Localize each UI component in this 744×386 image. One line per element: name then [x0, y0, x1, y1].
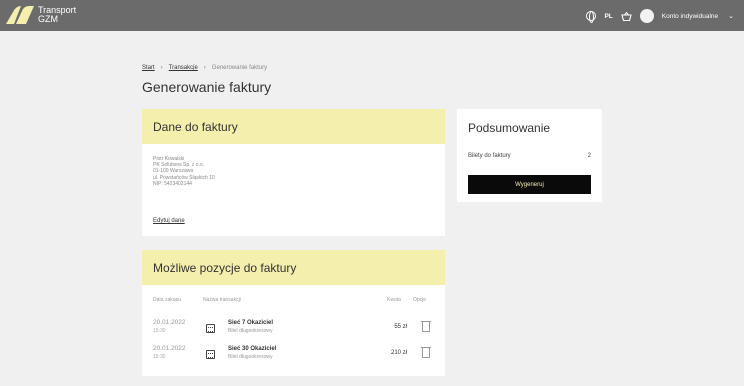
table-row: 20.01.2022 15:30 Sieć 7 Okaziciel Bilet …	[142, 319, 445, 341]
breadcrumb-current: Generowanie faktury	[211, 65, 268, 71]
positions-title: Możliwe pozycje do faktury	[142, 250, 445, 285]
invoice-data-card: Dane do faktury Piotr Kowalski PK Soluti…	[142, 109, 445, 236]
purchase-time: 15:30	[153, 354, 166, 360]
column-header-date: Data zakupu	[153, 297, 182, 303]
transaction-amount: 210 zł	[390, 350, 407, 356]
table-row: 20.01.2022 15:30 Sieć 30 Okaziciel Bilet…	[142, 345, 445, 367]
transaction-name: Sieć 30 Okaziciel	[228, 346, 277, 352]
globe-icon[interactable]	[586, 11, 597, 23]
invoice-positions-card: Możliwe pozycje do faktury Data zakupu N…	[142, 250, 445, 376]
column-header-options: Opcje	[413, 297, 427, 303]
generate-button[interactable]: Wygeneruj	[468, 175, 591, 194]
calendar-icon	[206, 324, 215, 333]
calendar-icon	[206, 350, 215, 359]
header-actions: PL Konto indywidualne ⌄	[586, 7, 734, 25]
purchase-date: 20.01.2022	[153, 319, 186, 326]
breadcrumb: Start › Transakcje › Generowanie faktury	[142, 65, 267, 71]
summary-tickets-row: Bilety do faktury 2	[468, 153, 591, 159]
transaction-name: Sieć 7 Okaziciel	[228, 320, 274, 326]
chevron-right-icon: ›	[160, 65, 163, 71]
summary-title: Podsumowanie	[468, 121, 551, 135]
transaction-amount: 55 zł	[394, 324, 407, 330]
account-menu-label[interactable]: Konto indywidualne	[662, 13, 718, 20]
chevron-down-icon[interactable]: ⌄	[728, 12, 734, 20]
trash-icon[interactable]	[421, 321, 431, 332]
language-selector[interactable]: PL	[604, 13, 612, 20]
purchase-date: 20.01.2022	[153, 345, 186, 352]
transaction-type: Bilet długookresowy	[228, 354, 273, 360]
tickets-count: 2	[587, 153, 591, 159]
invoice-data-title: Dane do faktury	[142, 109, 445, 144]
basket-icon[interactable]	[621, 11, 632, 21]
top-navigation-bar: Transport GZM PL Konto indywidualne ⌄	[0, 0, 744, 31]
address-line: ul. Powstańców Śląskich 10	[153, 174, 215, 181]
address-line: NIP: 5423402144	[153, 180, 192, 187]
column-header-name: Nazwa transakcji	[203, 297, 241, 303]
transport-gzm-logo[interactable]	[6, 6, 34, 24]
logo-line-2: GZM	[38, 14, 58, 24]
edit-data-link[interactable]: Edytuj dane	[153, 218, 185, 224]
trash-icon[interactable]	[421, 347, 431, 358]
transaction-type: Bilet długookresowy	[228, 328, 273, 334]
tickets-label: Bilety do faktury	[468, 153, 511, 159]
logo-text: Transport GZM	[38, 6, 76, 24]
column-header-amount: Kwota	[387, 297, 401, 303]
breadcrumb-start[interactable]: Start	[142, 65, 155, 71]
avatar[interactable]	[639, 9, 654, 23]
purchase-time: 15:30	[153, 328, 166, 334]
page-title: Generowanie faktury	[142, 79, 272, 95]
invoice-address: Piotr Kowalski PK Solutions Sp. z o.o. 0…	[153, 156, 215, 187]
chevron-right-icon: ›	[203, 65, 206, 71]
breadcrumb-transactions[interactable]: Transakcje	[169, 65, 198, 71]
summary-card: Podsumowanie Bilety do faktury 2 Wygener…	[457, 109, 602, 202]
